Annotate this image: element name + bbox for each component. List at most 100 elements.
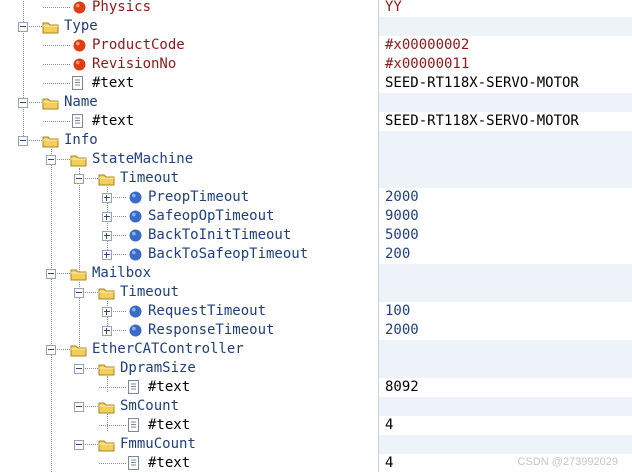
node-label[interactable]: RequestTimeout: [148, 302, 266, 321]
tree-row[interactable]: BackToSafeopTimeout 200: [0, 245, 632, 264]
node-label[interactable]: #text: [148, 454, 190, 473]
node-label[interactable]: #text: [148, 416, 190, 435]
tree-row[interactable]: Timeout: [0, 169, 632, 188]
node-value[interactable]: 2000: [385, 321, 419, 340]
expand-toggle[interactable]: [102, 231, 112, 241]
tree-row[interactable]: #text SEED-RT118X-SERVO-MOTOR: [0, 112, 632, 131]
folder-icon: [98, 440, 115, 452]
tree-guide-line: [55, 273, 70, 274]
tree-row[interactable]: SmCount: [0, 397, 632, 416]
expand-toggle[interactable]: [102, 326, 112, 336]
tree-guide-line: [83, 178, 98, 179]
collapse-toggle[interactable]: [18, 98, 28, 108]
tree-row[interactable]: ResponseTimeout 2000: [0, 321, 632, 340]
tree-guide-line: [27, 140, 42, 141]
node-value[interactable]: #x00000002: [385, 36, 469, 55]
node-label[interactable]: Type: [64, 17, 98, 36]
node-label[interactable]: Physics: [92, 0, 151, 17]
node-value[interactable]: 200: [385, 245, 410, 264]
node-value[interactable]: SEED-RT118X-SERVO-MOTOR: [385, 74, 579, 93]
node-value[interactable]: 9000: [385, 207, 419, 226]
folder-icon: [70, 345, 87, 357]
collapse-toggle[interactable]: [18, 22, 28, 32]
node-label[interactable]: Timeout: [120, 169, 179, 188]
node-label[interactable]: EtherCATController: [92, 340, 244, 359]
tree-row[interactable]: #text 4: [0, 416, 632, 435]
tree-row[interactable]: SafeopOpTimeout 9000: [0, 207, 632, 226]
tree-guide-line: [55, 159, 70, 160]
collapse-toggle[interactable]: [74, 288, 84, 298]
collapse-toggle[interactable]: [18, 136, 28, 146]
node-label[interactable]: RevisionNo: [92, 55, 176, 74]
tree-row[interactable]: DpramSize: [0, 359, 632, 378]
folder-icon: [98, 364, 115, 376]
tree-row[interactable]: #text 8092: [0, 378, 632, 397]
collapse-toggle[interactable]: [74, 402, 84, 412]
tree-guide-line: [111, 254, 126, 255]
tree-guide-line: [83, 406, 98, 407]
node-label[interactable]: #text: [148, 378, 190, 397]
tree-guide-line: [43, 121, 70, 122]
collapse-toggle[interactable]: [74, 174, 84, 184]
node-label[interactable]: ProductCode: [92, 36, 185, 55]
node-value[interactable]: 2000: [385, 188, 419, 207]
tree-row[interactable]: Timeout: [0, 283, 632, 302]
node-label[interactable]: #text: [92, 74, 134, 93]
folder-icon: [42, 98, 59, 110]
expand-toggle[interactable]: [102, 250, 112, 260]
tree-row[interactable]: Info: [0, 131, 632, 150]
tree-row[interactable]: StateMachine: [0, 150, 632, 169]
expand-toggle[interactable]: [102, 193, 112, 203]
node-label[interactable]: Timeout: [120, 283, 179, 302]
collapse-toggle[interactable]: [46, 155, 56, 165]
xml-tree-view[interactable]: Physics YY Type ProductCode #x00000002 Revisi…: [0, 0, 632, 472]
attribute-dot-icon: [73, 58, 86, 71]
node-value[interactable]: 4: [385, 454, 393, 473]
tree-row[interactable]: EtherCATController: [0, 340, 632, 359]
element-dot-icon: [129, 248, 142, 261]
node-label[interactable]: FmmuCount: [120, 435, 196, 454]
node-label[interactable]: ResponseTimeout: [148, 321, 274, 340]
node-label[interactable]: Mailbox: [92, 264, 151, 283]
tree-row[interactable]: FmmuCount: [0, 435, 632, 454]
node-label[interactable]: StateMachine: [92, 150, 193, 169]
node-value[interactable]: YY: [385, 0, 402, 17]
element-dot-icon: [129, 229, 142, 242]
expand-toggle[interactable]: [102, 307, 112, 317]
tree-row[interactable]: #text SEED-RT118X-SERVO-MOTOR: [0, 74, 632, 93]
node-label[interactable]: Info: [64, 131, 98, 150]
node-label[interactable]: BackToInitTimeout: [148, 226, 291, 245]
tree-row[interactable]: ProductCode #x00000002: [0, 36, 632, 55]
node-value[interactable]: 4: [385, 416, 393, 435]
node-value[interactable]: 100: [385, 302, 410, 321]
node-label[interactable]: SafeopOpTimeout: [148, 207, 274, 226]
node-value[interactable]: 8092: [385, 378, 419, 397]
collapse-toggle[interactable]: [46, 269, 56, 279]
expand-toggle[interactable]: [102, 212, 112, 222]
tree-row[interactable]: PreopTimeout 2000: [0, 188, 632, 207]
attribute-dot-icon: [73, 39, 86, 52]
collapse-toggle[interactable]: [74, 440, 84, 450]
tree-row[interactable]: Name: [0, 93, 632, 112]
tree-guide-line: [27, 102, 42, 103]
tree-row[interactable]: Type: [0, 17, 632, 36]
node-value[interactable]: 5000: [385, 226, 419, 245]
folder-icon: [42, 136, 59, 148]
node-label[interactable]: Name: [64, 93, 98, 112]
node-label[interactable]: BackToSafeopTimeout: [148, 245, 308, 264]
tree-row[interactable]: RequestTimeout 100: [0, 302, 632, 321]
node-label[interactable]: SmCount: [120, 397, 179, 416]
folder-icon: [70, 269, 87, 281]
node-label[interactable]: DpramSize: [120, 359, 196, 378]
collapse-toggle[interactable]: [74, 364, 84, 374]
node-label[interactable]: #text: [92, 112, 134, 131]
collapse-toggle[interactable]: [46, 345, 56, 355]
tree-guide-line: [83, 444, 98, 445]
tree-row[interactable]: BackToInitTimeout 5000: [0, 226, 632, 245]
tree-row[interactable]: RevisionNo #x00000011: [0, 55, 632, 74]
node-value[interactable]: SEED-RT118X-SERVO-MOTOR: [385, 112, 579, 131]
node-label[interactable]: PreopTimeout: [148, 188, 249, 207]
tree-row[interactable]: Physics YY: [0, 0, 632, 17]
node-value[interactable]: #x00000011: [385, 55, 469, 74]
tree-row[interactable]: Mailbox: [0, 264, 632, 283]
